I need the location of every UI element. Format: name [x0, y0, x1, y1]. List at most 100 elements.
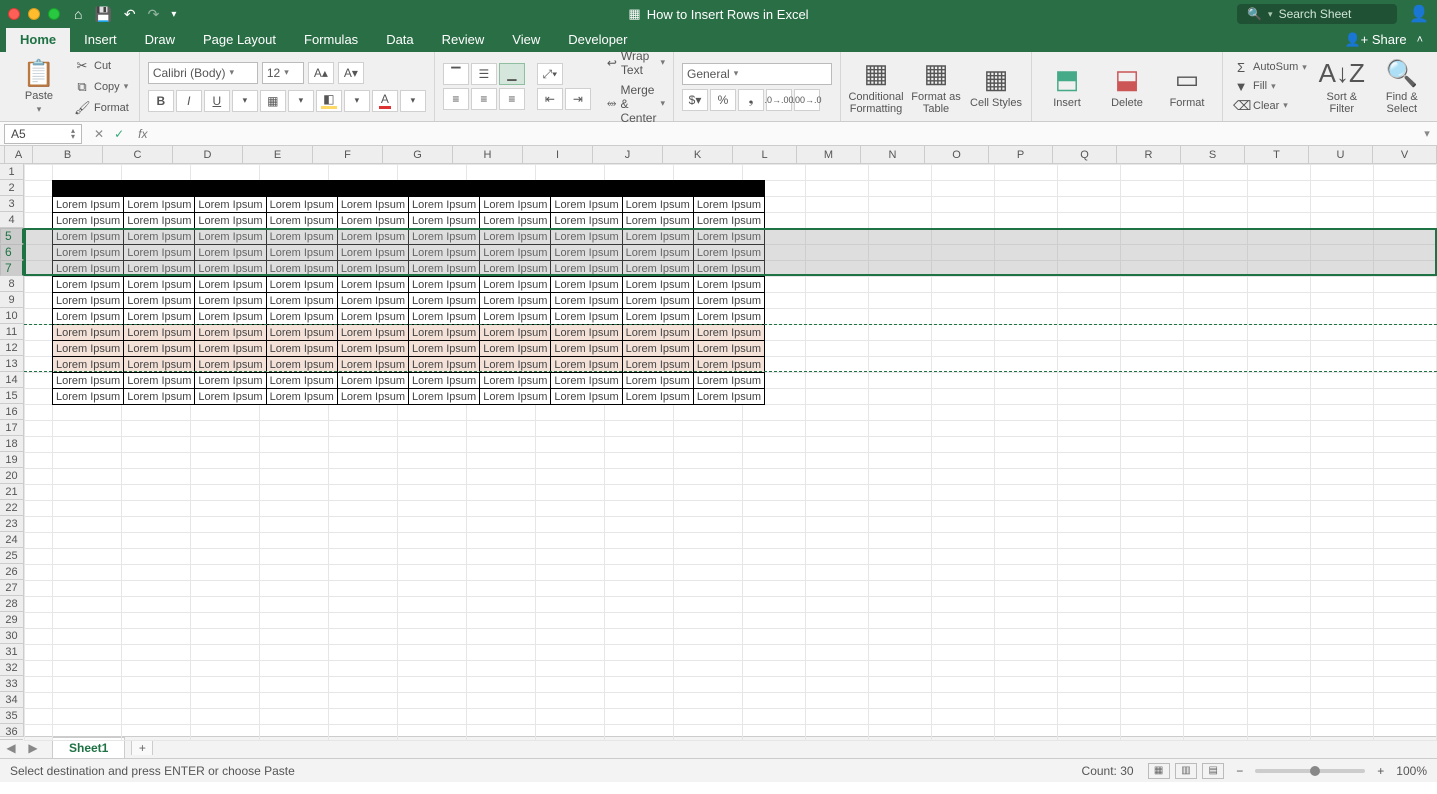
tab-view[interactable]: View [498, 28, 554, 52]
data-cell[interactable] [337, 181, 408, 197]
data-cell[interactable]: Lorem Ipsum [409, 229, 480, 245]
data-cell[interactable]: Lorem Ipsum [480, 325, 551, 341]
increase-font-button[interactable]: A▴ [308, 62, 334, 84]
data-cell[interactable]: Lorem Ipsum [693, 261, 764, 277]
data-cell[interactable]: Lorem Ipsum [53, 245, 124, 261]
data-cell[interactable]: Lorem Ipsum [53, 261, 124, 277]
row-header-17[interactable]: 17 [0, 420, 23, 436]
row-header-24[interactable]: 24 [0, 532, 23, 548]
merge-center-button[interactable]: ⥈Merge & Center [607, 83, 665, 125]
row-header-34[interactable]: 34 [0, 692, 23, 708]
percent-format-button[interactable]: % [710, 89, 736, 111]
enter-icon[interactable]: ✓ [114, 127, 124, 141]
row-header-28[interactable]: 28 [0, 596, 23, 612]
data-cell[interactable]: Lorem Ipsum [622, 341, 693, 357]
data-cell[interactable]: Lorem Ipsum [551, 373, 622, 389]
data-cell[interactable] [480, 181, 551, 197]
expand-formula-bar-icon[interactable]: ▾ [1417, 127, 1437, 140]
column-header-Q[interactable]: Q [1053, 146, 1117, 163]
data-cell[interactable]: Lorem Ipsum [124, 277, 195, 293]
column-header-C[interactable]: C [103, 146, 173, 163]
data-cell[interactable]: Lorem Ipsum [480, 245, 551, 261]
data-cell[interactable]: Lorem Ipsum [53, 213, 124, 229]
tab-review[interactable]: Review [428, 28, 499, 52]
row-header-3[interactable]: 3 [0, 196, 23, 212]
decrease-decimal-button[interactable]: .00→.0 [794, 89, 820, 111]
data-cell[interactable]: Lorem Ipsum [693, 341, 764, 357]
data-cell[interactable]: Lorem Ipsum [409, 309, 480, 325]
borders-menu-button[interactable]: ▾ [288, 90, 314, 112]
row-header-10[interactable]: 10 [0, 308, 23, 324]
column-header-M[interactable]: M [797, 146, 861, 163]
increase-decimal-button[interactable]: .0→.00 [766, 89, 792, 111]
home-icon[interactable]: ⌂ [74, 6, 82, 22]
row-header-30[interactable]: 30 [0, 628, 23, 644]
column-header-I[interactable]: I [523, 146, 593, 163]
data-cell[interactable]: Lorem Ipsum [480, 373, 551, 389]
data-cell[interactable]: Lorem Ipsum [622, 229, 693, 245]
next-sheet-button[interactable]: ▶ [22, 741, 44, 755]
column-header-F[interactable]: F [313, 146, 383, 163]
data-cell[interactable]: Lorem Ipsum [266, 261, 337, 277]
align-left-button[interactable]: ≡ [443, 88, 469, 110]
data-cell[interactable]: Lorem Ipsum [693, 277, 764, 293]
row-header-22[interactable]: 22 [0, 500, 23, 516]
decrease-indent-button[interactable]: ⇤ [537, 88, 563, 110]
row-header-6[interactable]: 6 [0, 244, 24, 260]
font-color-menu-button[interactable]: ▾ [400, 90, 426, 112]
data-cell[interactable]: Lorem Ipsum [266, 325, 337, 341]
data-cell[interactable]: Lorem Ipsum [53, 309, 124, 325]
tab-home[interactable]: Home [6, 28, 70, 52]
data-cell[interactable]: Lorem Ipsum [693, 245, 764, 261]
data-cell[interactable]: Lorem Ipsum [693, 293, 764, 309]
column-header-U[interactable]: U [1309, 146, 1373, 163]
data-cell[interactable]: Lorem Ipsum [53, 277, 124, 293]
zoom-slider[interactable] [1255, 769, 1365, 773]
sort-filter-button[interactable]: A↓ZSort & Filter [1315, 59, 1369, 115]
paste-button[interactable]: 📋 Paste ▾ [12, 58, 66, 115]
bold-button[interactable]: B [148, 90, 174, 112]
tab-data[interactable]: Data [372, 28, 427, 52]
undo-icon[interactable]: ↶ [124, 6, 136, 23]
data-cell[interactable] [53, 181, 124, 197]
data-cell[interactable]: Lorem Ipsum [337, 245, 408, 261]
insert-cells-button[interactable]: ⬒Insert [1040, 65, 1094, 109]
data-cell[interactable]: Lorem Ipsum [409, 373, 480, 389]
data-cell[interactable]: Lorem Ipsum [693, 357, 764, 373]
qat-customize-icon[interactable]: ▾ [171, 9, 176, 20]
align-center-button[interactable]: ≡ [471, 88, 497, 110]
data-cell[interactable] [693, 181, 764, 197]
name-box[interactable]: A5 ▴▾ [4, 124, 82, 144]
data-cell[interactable] [409, 181, 480, 197]
column-header-G[interactable]: G [383, 146, 453, 163]
data-cell[interactable]: Lorem Ipsum [124, 341, 195, 357]
row-header-23[interactable]: 23 [0, 516, 23, 532]
data-cell[interactable]: Lorem Ipsum [551, 341, 622, 357]
row-header-5[interactable]: 5 [0, 228, 24, 244]
data-cell[interactable]: Lorem Ipsum [693, 373, 764, 389]
row-header-29[interactable]: 29 [0, 612, 23, 628]
data-cell[interactable]: Lorem Ipsum [409, 197, 480, 213]
data-cell[interactable]: Lorem Ipsum [622, 357, 693, 373]
zoom-window-button[interactable] [48, 8, 60, 20]
data-cell[interactable]: Lorem Ipsum [480, 293, 551, 309]
data-cell[interactable]: Lorem Ipsum [53, 197, 124, 213]
account-icon[interactable]: 👤 [1409, 4, 1429, 24]
search-sheet-field[interactable]: 🔍 ▾ Search Sheet [1237, 4, 1397, 24]
zoom-in-button[interactable]: + [1377, 764, 1384, 778]
data-cell[interactable]: Lorem Ipsum [409, 389, 480, 405]
chevron-down-icon[interactable]: ▾ [37, 104, 42, 115]
data-cell[interactable]: Lorem Ipsum [124, 389, 195, 405]
data-cell[interactable]: Lorem Ipsum [480, 389, 551, 405]
data-cell[interactable]: Lorem Ipsum [124, 197, 195, 213]
number-format-select[interactable]: General [682, 63, 832, 85]
data-cell[interactable]: Lorem Ipsum [266, 357, 337, 373]
formula-input[interactable] [147, 124, 1417, 144]
row-header-25[interactable]: 25 [0, 548, 23, 564]
data-cell[interactable]: Lorem Ipsum [551, 309, 622, 325]
data-cell[interactable]: Lorem Ipsum [195, 261, 266, 277]
data-cell[interactable]: Lorem Ipsum [266, 293, 337, 309]
data-cell[interactable]: Lorem Ipsum [195, 325, 266, 341]
data-cell[interactable]: Lorem Ipsum [124, 357, 195, 373]
data-cell[interactable]: Lorem Ipsum [53, 229, 124, 245]
